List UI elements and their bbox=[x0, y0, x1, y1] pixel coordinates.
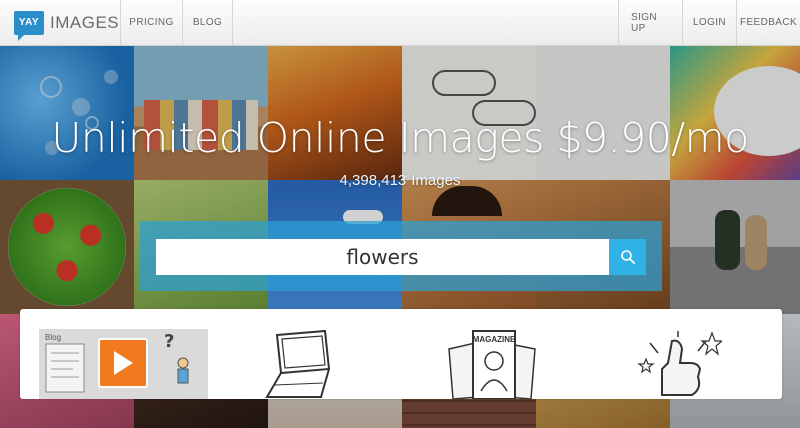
search-input[interactable] bbox=[156, 239, 609, 275]
nav-blog-link[interactable]: BLOG bbox=[183, 0, 233, 45]
magazine-title: MAGAZINE bbox=[473, 335, 516, 344]
question-mark-icon: ? bbox=[164, 331, 175, 352]
brand-name: IMAGES bbox=[50, 12, 120, 32]
feature-thumbs-up[interactable] bbox=[632, 329, 724, 399]
image-count-number: 4,398,413 bbox=[339, 172, 407, 189]
laptop-sketch-icon bbox=[265, 329, 331, 398]
yay-logo-icon: YAY bbox=[14, 10, 44, 41]
nav-feedback-link[interactable]: FEEDBACK bbox=[736, 0, 800, 45]
search-icon bbox=[620, 250, 635, 264]
feature-blog-label: Blog bbox=[45, 333, 62, 342]
nav-login-link[interactable]: LOGIN bbox=[682, 0, 736, 45]
search-button[interactable] bbox=[609, 239, 646, 275]
feature-magazine[interactable]: MAGAZINE bbox=[445, 329, 541, 400]
image-count-suffix: Images bbox=[411, 172, 461, 189]
feature-blog[interactable]: Blog ? bbox=[39, 329, 208, 399]
person-icon bbox=[177, 357, 189, 384]
nav-signup-link[interactable]: SIGN UP bbox=[618, 0, 682, 45]
brand-logo[interactable]: YAY IMAGES bbox=[0, 0, 121, 45]
image-count: 4,398,413 Images bbox=[0, 172, 800, 189]
top-navigation: YAY IMAGES PRICING BLOG SIGN UP LOGIN FE… bbox=[0, 0, 800, 46]
thumbs-up-sketch-icon bbox=[637, 331, 724, 396]
hero-headline: Unlimited Online Images $9.90/mo bbox=[51, 114, 749, 162]
feature-laptop[interactable] bbox=[265, 329, 335, 399]
nav-left: PRICING BLOG bbox=[121, 0, 233, 45]
nav-pricing-link[interactable]: PRICING bbox=[121, 0, 183, 45]
nav-right: SIGN UP LOGIN FEEDBACK bbox=[618, 0, 800, 45]
play-icon bbox=[98, 338, 148, 388]
magazine-sketch-icon: MAGAZINE bbox=[448, 330, 536, 400]
features-card: Blog ? MAGAZINE bbox=[20, 309, 782, 400]
search-panel bbox=[140, 221, 662, 291]
blog-document-icon bbox=[45, 343, 85, 393]
